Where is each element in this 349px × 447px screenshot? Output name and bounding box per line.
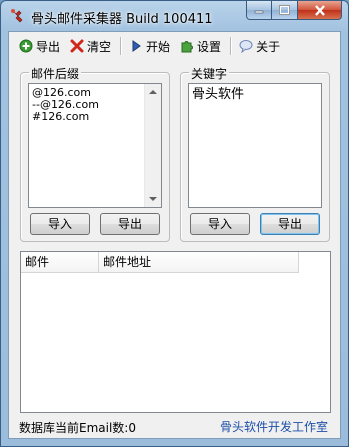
keyword-group: 关键字 骨头软件 导入 导出 [180, 65, 330, 242]
close-icon [314, 4, 325, 16]
status-bar: 数据库当前Email数:0 骨头软件开发工作室 [9, 416, 340, 438]
toolbar-separator [120, 37, 123, 55]
clear-label: 清空 [87, 39, 112, 54]
speech-bubble-icon [239, 40, 253, 53]
suffix-import-button[interactable]: 导入 [30, 213, 90, 235]
suffix-group-label: 邮件后缀 [29, 65, 82, 82]
keyword-import-button[interactable]: 导入 [190, 213, 250, 235]
toolbar: 导出 清空 开始 设置 关于 [9, 32, 340, 60]
puzzle-icon [181, 41, 193, 53]
title-bar[interactable]: 骨头邮件采集器 Build 100411 [1, 1, 348, 31]
close-button[interactable] [298, 1, 342, 20]
settings-button[interactable]: 设置 [176, 36, 225, 56]
window-title: 骨头邮件采集器 Build 100411 [31, 12, 213, 27]
studio-link[interactable]: 骨头软件开发工作室 [220, 418, 328, 435]
maximize-button[interactable] [272, 1, 298, 20]
column-header-mail[interactable]: 邮件 [21, 252, 99, 273]
delete-x-icon [70, 39, 84, 53]
scroll-up-icon[interactable] [149, 90, 157, 94]
keyword-group-label: 关键字 [189, 65, 230, 82]
clear-button[interactable]: 清空 [66, 36, 115, 56]
play-icon [132, 40, 141, 52]
about-label: 关于 [256, 39, 281, 54]
results-listview[interactable]: 邮件 邮件地址 [20, 251, 331, 413]
listview-header: 邮件 邮件地址 [21, 252, 299, 273]
scroll-down-icon[interactable] [149, 197, 157, 201]
export-label: 导出 [36, 39, 61, 54]
app-window: 骨头邮件采集器 Build 100411 导出 清空 开始 设置 关于 邮件后缀… [0, 0, 349, 447]
start-label: 开始 [146, 39, 171, 54]
export-button[interactable]: 导出 [15, 36, 64, 56]
keyword-textarea[interactable]: 骨头软件 [188, 83, 322, 208]
app-icon [11, 9, 23, 23]
add-circle-icon [19, 39, 33, 53]
column-header-address[interactable]: 邮件地址 [99, 252, 299, 273]
about-button[interactable]: 关于 [235, 36, 284, 56]
window-controls [246, 1, 342, 20]
suffix-group: 邮件后缀 @126.com --@126.com #126.com 导入 导出 [20, 65, 170, 242]
email-count-text: 数据库当前Email数:0 [19, 421, 136, 435]
keyword-export-button[interactable]: 导出 [260, 213, 320, 235]
minimize-icon [254, 10, 264, 14]
suffix-textarea[interactable]: @126.com --@126.com #126.com [28, 83, 162, 208]
start-button[interactable]: 开始 [125, 36, 174, 56]
maximize-icon [279, 5, 290, 15]
suffix-lines: @126.com --@126.com #126.com [32, 87, 99, 123]
keyword-text: 骨头软件 [192, 87, 245, 102]
settings-label: 设置 [197, 39, 222, 54]
suffix-export-button[interactable]: 导出 [100, 213, 160, 235]
toolbar-separator [230, 37, 233, 55]
minimize-button[interactable] [246, 1, 272, 20]
client-area: 导出 清空 开始 设置 关于 邮件后缀 @126.com --@126.com … [8, 31, 341, 439]
suffix-line: #126.com [32, 110, 90, 123]
suffix-scrollbar[interactable] [144, 84, 161, 207]
